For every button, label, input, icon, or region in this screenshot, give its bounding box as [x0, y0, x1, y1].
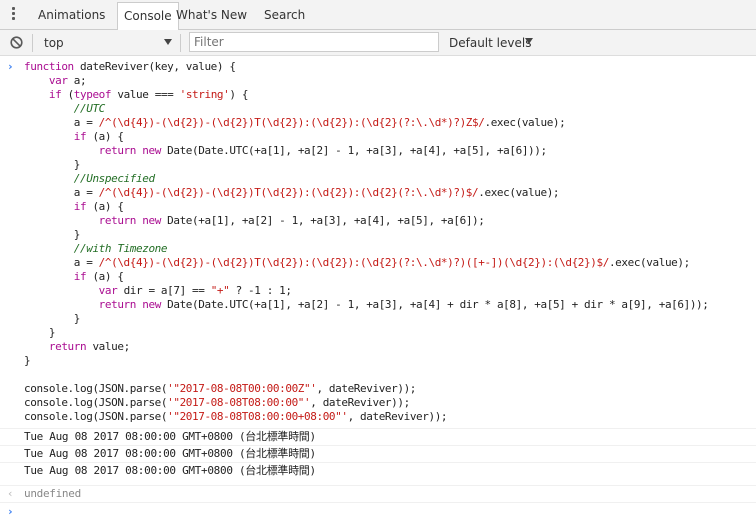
input-code: function dateReviver(key, value) { var a…	[24, 60, 709, 424]
log-message-text: Tue Aug 08 2017 08:00:00 GMT+0800 (台北標準時…	[24, 464, 316, 477]
levels-dropdown-arrow-icon[interactable]	[525, 38, 533, 44]
code-line: //Unspecified	[73, 172, 155, 185]
code-line: a = /^(\d{4})-(\d{2})-(\d{2})T(\d{2}):(\…	[24, 186, 560, 199]
log-message: Tue Aug 08 2017 08:00:00 GMT+0800 (台北標準時…	[0, 428, 756, 445]
code-line: var dir = a[7] == "+" ? -1 : 1;	[98, 284, 292, 297]
code-line: console.log(JSON.parse('"2017-08-08T08:0…	[24, 396, 410, 409]
log-message: Tue Aug 08 2017 08:00:00 GMT+0800 (台北標準時…	[0, 445, 756, 462]
log-levels-selector[interactable]: Default levels	[449, 35, 531, 51]
toolbar-divider	[180, 34, 181, 52]
code-line: }	[73, 228, 81, 241]
code-line: return new Date(+a[1], +a[2] - 1, +a[3],…	[98, 214, 485, 227]
chevron-right-icon: ›	[7, 60, 14, 73]
result-message: ‹ undefined	[0, 485, 756, 502]
code-line: if (a) {	[73, 130, 124, 143]
console-messages: › function dateReviver(key, value) { var…	[0, 56, 756, 522]
clear-console-icon[interactable]	[10, 36, 23, 49]
toolbar-divider	[32, 34, 33, 52]
code-line: var a;	[48, 74, 87, 87]
log-message-text: Tue Aug 08 2017 08:00:00 GMT+0800 (台北標準時…	[24, 447, 316, 460]
code-line: console.log(JSON.parse('"2017-08-08T00:0…	[24, 382, 417, 395]
code-line: if (a) {	[73, 270, 124, 283]
log-message-text: Tue Aug 08 2017 08:00:00 GMT+0800 (台北標準時…	[24, 430, 316, 443]
log-message: Tue Aug 08 2017 08:00:00 GMT+0800 (台北標準時…	[0, 462, 756, 479]
code-line: a = /^(\d{4})-(\d{2})-(\d{2})T(\d{2}):(\…	[24, 116, 566, 129]
context-selector[interactable]: top	[44, 35, 64, 51]
context-dropdown-arrow-icon[interactable]	[164, 39, 172, 45]
result-text: undefined	[24, 487, 81, 500]
drawer-tab-bar: Animations Console What's New Search	[0, 0, 756, 30]
code-line: //UTC	[73, 102, 106, 115]
code-line: }	[73, 312, 81, 325]
kebab-menu-icon[interactable]	[6, 5, 24, 23]
code-line: }	[73, 158, 81, 171]
code-line: if (typeof value === 'string') {	[48, 88, 249, 101]
code-line: console.log(JSON.parse('"2017-08-08T08:0…	[24, 410, 448, 423]
code-line: a = /^(\d{4})-(\d{2})-(\d{2})T(\d{2}):(\…	[24, 256, 690, 269]
code-line: //with Timezone	[73, 242, 168, 255]
console-toolbar: top Default levels	[0, 30, 756, 56]
console-prompt[interactable]: ›	[0, 502, 756, 522]
tab-search[interactable]: Search	[258, 2, 311, 29]
chevron-left-icon: ‹	[7, 487, 14, 500]
chevron-right-icon: ›	[7, 505, 14, 518]
tab-whats-new[interactable]: What's New	[170, 2, 253, 29]
code-line: function dateReviver(key, value) {	[24, 60, 236, 73]
code-line: return new Date(Date.UTC(+a[1], +a[2] - …	[98, 144, 547, 157]
code-line: }	[48, 326, 56, 339]
code-line: return new Date(Date.UTC(+a[1], +a[2] - …	[98, 298, 709, 311]
code-line: return value;	[48, 340, 130, 353]
code-line: if (a) {	[73, 200, 124, 213]
tab-animations[interactable]: Animations	[32, 2, 111, 29]
filter-input[interactable]	[189, 32, 439, 52]
code-line: }	[24, 354, 31, 367]
